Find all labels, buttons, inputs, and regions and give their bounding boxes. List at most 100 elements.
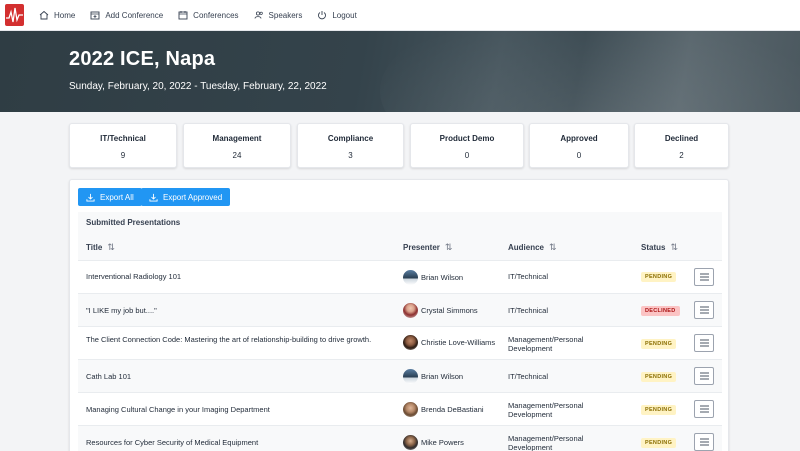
nav-speakers[interactable]: Speakers xyxy=(254,0,303,31)
stat-card-it-technical: IT/Technical 9 xyxy=(69,123,177,168)
power-icon xyxy=(317,10,327,20)
status-cell: PENDING xyxy=(641,404,677,415)
row-menu-button[interactable] xyxy=(694,268,714,286)
table-row[interactable]: The Client Connection Code: Mastering th… xyxy=(78,326,722,359)
table-row[interactable]: Interventional Radiology 101 Brian Wilso… xyxy=(78,260,722,293)
table-row[interactable]: Cath Lab 101 Brian Wilson IT/Technical P… xyxy=(78,359,722,392)
sort-icon[interactable]: ⇅ xyxy=(670,242,678,253)
column-header-status[interactable]: Status ⇅ xyxy=(641,242,678,253)
presentations-panel: Export All Export Approved Submitted Pre… xyxy=(69,179,729,451)
stat-value: 9 xyxy=(120,151,126,160)
avatar xyxy=(403,303,418,318)
column-header-audience[interactable]: Audience ⇅ xyxy=(508,242,557,253)
presenter-name: Brian Wilson xyxy=(421,273,464,282)
nav-add-conference-label: Add Conference xyxy=(105,10,164,20)
nav-conferences-label: Conferences xyxy=(193,10,239,20)
download-icon xyxy=(149,193,158,202)
hamburger-icon xyxy=(699,372,709,380)
conference-title: 2022 ICE, Napa xyxy=(69,48,216,70)
status-badge: PENDING xyxy=(641,372,677,382)
nav-speakers-label: Speakers xyxy=(268,10,303,20)
presenter-name: Christie Love-Williams xyxy=(421,338,496,347)
row-menu-button[interactable] xyxy=(694,334,714,352)
status-badge: PENDING xyxy=(641,272,677,282)
sort-icon[interactable]: ⇅ xyxy=(549,242,557,253)
audience-value: Management/Personal Development xyxy=(508,434,584,451)
table-header: Submitted Presentations Title ⇅ Presente… xyxy=(78,212,722,260)
stat-card-declined: Declined 2 xyxy=(634,123,729,168)
nav-logout[interactable]: Logout xyxy=(317,0,357,31)
table-caption: Submitted Presentations xyxy=(86,218,181,227)
stat-value: 24 xyxy=(232,151,242,160)
status-cell: PENDING xyxy=(641,271,677,282)
column-header-presenter[interactable]: Presenter ⇅ xyxy=(403,242,452,253)
status-badge: PENDING xyxy=(641,339,677,349)
stat-label: Management xyxy=(212,134,262,143)
hamburger-icon xyxy=(699,306,709,314)
hamburger-icon xyxy=(699,339,709,347)
status-badge: PENDING xyxy=(641,438,677,448)
table-row[interactable]: Managing Cultural Change in your Imaging… xyxy=(78,392,722,425)
status-cell: DECLINED xyxy=(641,305,680,316)
row-menu-button[interactable] xyxy=(694,367,714,385)
stat-value: 0 xyxy=(576,151,582,160)
presentation-title: Interventional Radiology 101 xyxy=(86,272,182,281)
calendar-icon xyxy=(178,10,188,20)
presentation-title: "I LIKE my job but...." xyxy=(86,306,157,315)
status-badge: PENDING xyxy=(641,405,677,415)
top-nav: Home Add Conference Conferences Speakers… xyxy=(0,0,800,31)
download-icon xyxy=(86,193,95,202)
presentation-title: Resources for Cyber Security of Medical … xyxy=(86,438,259,447)
column-header-title[interactable]: Title ⇅ xyxy=(86,242,115,253)
audience-value: IT/Technical xyxy=(508,306,549,315)
conference-banner: 2022 ICE, Napa Sunday, February, 20, 202… xyxy=(0,31,800,112)
presenter-cell: Crystal Simmons xyxy=(403,303,503,318)
row-menu-button[interactable] xyxy=(694,433,714,451)
stat-label: Declined xyxy=(664,134,699,143)
export-approved-button[interactable]: Export Approved xyxy=(141,188,231,206)
hamburger-icon xyxy=(699,405,709,413)
app-logo[interactable] xyxy=(5,4,24,26)
stat-value: 0 xyxy=(464,151,470,160)
export-all-button[interactable]: Export All xyxy=(78,188,142,206)
audience-value: Management/Personal Development xyxy=(508,401,584,419)
row-menu-button[interactable] xyxy=(694,301,714,319)
avatar xyxy=(403,435,418,450)
users-icon xyxy=(254,10,264,20)
presenter-name: Brenda DeBastiani xyxy=(421,405,484,414)
calendar-plus-icon xyxy=(90,10,100,20)
status-cell: PENDING xyxy=(641,437,677,448)
column-presenter-label: Presenter xyxy=(403,243,440,252)
avatar xyxy=(403,335,418,350)
stat-value: 3 xyxy=(348,151,353,160)
status-cell: PENDING xyxy=(641,338,677,349)
avatar xyxy=(403,402,418,417)
stat-label: IT/Technical xyxy=(100,134,146,143)
export-approved-label: Export Approved xyxy=(163,192,223,202)
avatar xyxy=(403,369,418,384)
category-stats: IT/Technical 9 Management 24 Compliance … xyxy=(69,123,729,168)
sort-icon[interactable]: ⇅ xyxy=(107,242,115,253)
table-row[interactable]: Resources for Cyber Security of Medical … xyxy=(78,425,722,451)
column-status-label: Status xyxy=(641,243,666,252)
avatar xyxy=(403,270,418,285)
home-icon xyxy=(39,10,49,20)
presenter-cell: Christie Love-Williams xyxy=(403,335,503,350)
table-row[interactable]: "I LIKE my job but...." Crystal Simmons … xyxy=(78,293,722,326)
status-badge: DECLINED xyxy=(641,306,680,316)
stat-card-product-demo: Product Demo 0 xyxy=(410,123,524,168)
stat-card-management: Management 24 xyxy=(183,123,291,168)
row-menu-button[interactable] xyxy=(694,400,714,418)
presentation-title: Managing Cultural Change in your Imaging… xyxy=(86,405,270,414)
presenter-name: Crystal Simmons xyxy=(421,306,478,315)
nav-add-conference[interactable]: Add Conference xyxy=(90,0,163,31)
nav-home[interactable]: Home xyxy=(39,0,75,31)
nav-conferences[interactable]: Conferences xyxy=(178,0,239,31)
sort-icon[interactable]: ⇅ xyxy=(445,242,453,253)
nav-home-label: Home xyxy=(54,10,76,20)
column-title-label: Title xyxy=(86,243,103,252)
stat-card-approved: Approved 0 xyxy=(529,123,629,168)
stat-card-compliance: Compliance 3 xyxy=(297,123,404,168)
audience-value: IT/Technical xyxy=(508,372,549,381)
presenter-cell: Brian Wilson xyxy=(403,369,503,384)
